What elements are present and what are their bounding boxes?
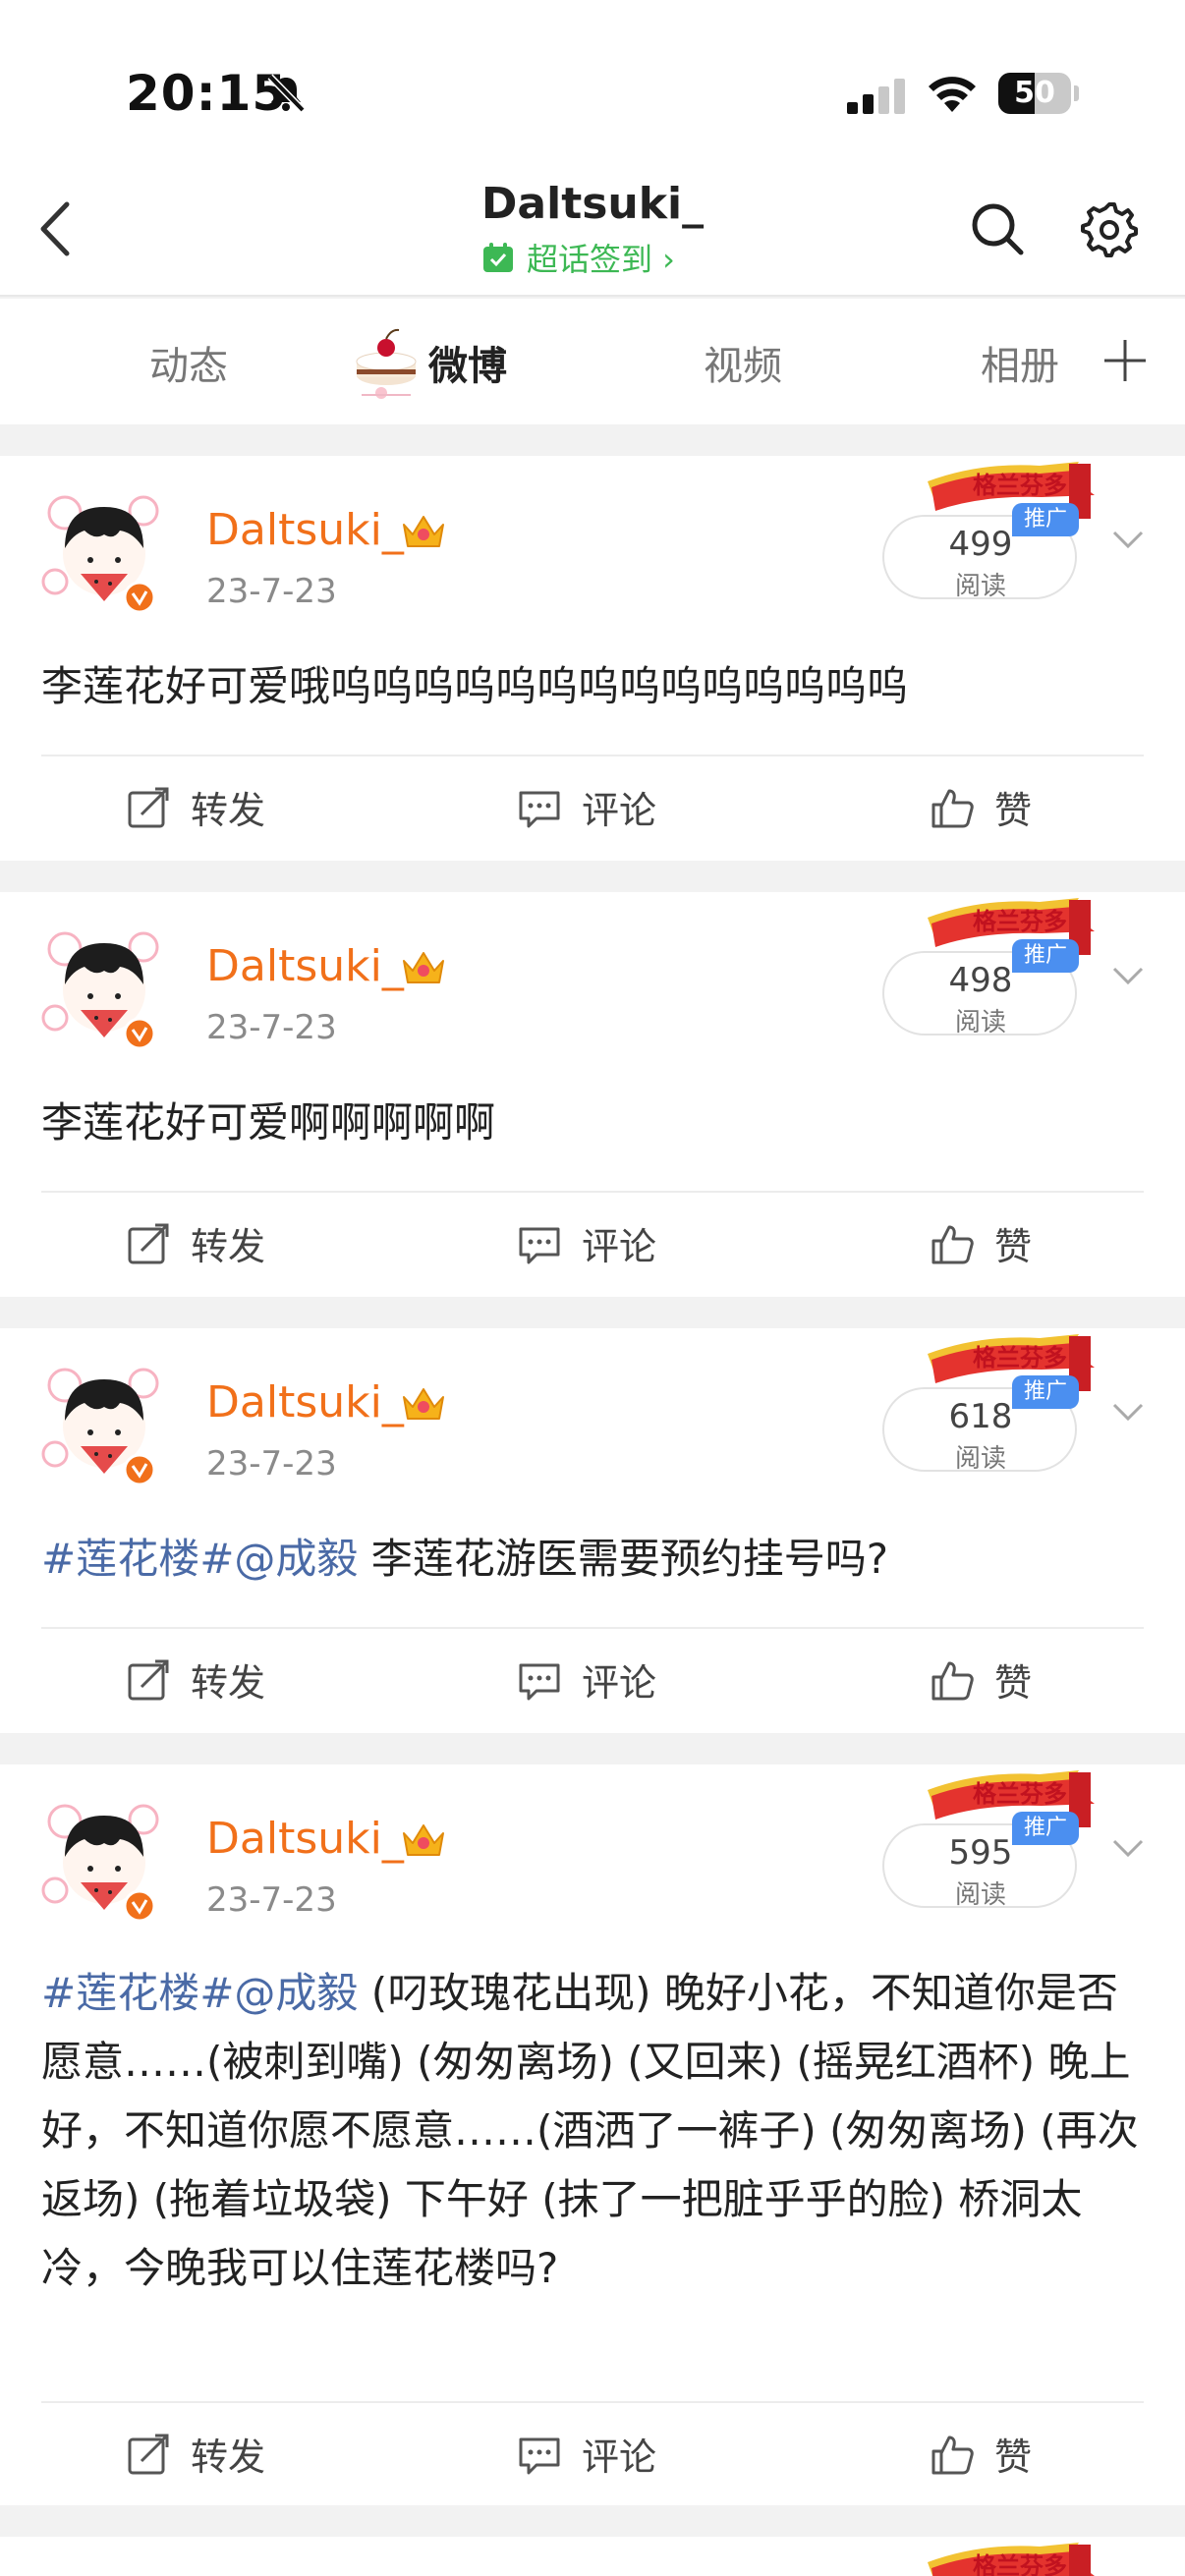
repost-icon (128, 2434, 169, 2474)
battery-indicator: 50 (998, 73, 1079, 114)
repost-button[interactable]: 转发 (126, 1652, 265, 1707)
thumbs-up-icon (931, 1661, 974, 1700)
search-icon[interactable] (969, 200, 1026, 257)
author-name[interactable]: Daltsuki_ (206, 1377, 404, 1428)
post-date: 23-7-23 (206, 1880, 337, 1920)
tab-feed[interactable]: 动态 (149, 334, 228, 391)
supertopic-checkin-label: 超话签到 › (527, 241, 675, 278)
plus-icon[interactable] (1100, 336, 1150, 385)
crown-icon (403, 1388, 444, 1420)
topic-link[interactable]: #莲花楼#@成毅 (41, 1535, 358, 1583)
post-card[interactable]: 格兰芬多 (0, 2537, 1185, 2576)
comment-button[interactable]: 评论 (517, 2427, 656, 2481)
repost-button[interactable]: 转发 (126, 2427, 265, 2481)
crown-icon (403, 1824, 444, 1856)
promoted-badge: 推广 (1012, 503, 1079, 536)
post-card[interactable]: Daltsuki_ 23-7-23 498 阅读 格兰芬多 推广 李莲花好可爱啊… (0, 892, 1185, 1297)
promo-banner-text: 格兰芬多 (973, 907, 1067, 935)
repost-button[interactable]: 转发 (126, 1216, 265, 1270)
author-name[interactable]: Daltsuki_ (206, 1814, 404, 1864)
comment-button[interactable]: 评论 (517, 1216, 656, 1270)
chevron-down-icon[interactable] (1108, 961, 1148, 990)
like-button[interactable]: 赞 (930, 1216, 1032, 1270)
read-label: 阅读 (954, 1008, 1006, 1037)
crown-icon (403, 516, 444, 547)
bell-muted-icon (267, 74, 306, 113)
tab-videos[interactable]: 视频 (704, 334, 782, 391)
chevron-down-icon[interactable] (1108, 525, 1148, 554)
supertopic-checkin-link[interactable]: 超话签到 › (481, 238, 675, 278)
cake-icon (356, 328, 417, 399)
post-date: 23-7-23 (206, 1444, 337, 1484)
comment-icon (519, 1663, 560, 1700)
author-name[interactable]: Daltsuki_ (206, 505, 404, 555)
wifi-icon (929, 77, 976, 112)
checkin-calendar-icon (483, 243, 513, 272)
post-card[interactable]: Daltsuki_ 23-7-23 499 阅读 格兰芬多 推广 李莲花好可爱哦… (0, 456, 1185, 861)
status-time: 20:15 (126, 65, 288, 122)
like-button[interactable]: 赞 (930, 780, 1032, 834)
tab-weibo[interactable]: 微博 (428, 334, 507, 391)
post-card[interactable]: Daltsuki_ 23-7-23 595 阅读 格兰芬多 推广 #莲花楼#@成… (0, 1764, 1185, 2505)
read-label: 阅读 (954, 1444, 1006, 1474)
comment-icon (519, 791, 560, 827)
repost-icon (128, 1223, 169, 1263)
chevron-down-icon[interactable] (1108, 1833, 1148, 1863)
promo-banner-text: 格兰芬多 (973, 471, 1067, 499)
comment-icon (519, 1227, 560, 1263)
comment-button[interactable]: 评论 (517, 780, 656, 834)
chevron-down-icon[interactable] (1108, 1397, 1148, 1427)
avatar[interactable] (35, 1356, 173, 1493)
promo-banner-text: 格兰芬多 (973, 1343, 1067, 1372)
post-text: #莲花楼#@成毅 李莲花游医需要预约挂号吗? (41, 1535, 889, 1583)
author-name[interactable]: Daltsuki_ (206, 941, 404, 991)
profile-tabs: 动态 微博 视频 相册 (0, 299, 1185, 424)
status-bar: 20:15 50 (0, 0, 1185, 177)
avatar[interactable] (35, 1792, 173, 1930)
thumbs-up-icon (931, 1225, 974, 1263)
tab-albums[interactable]: 相册 (981, 334, 1059, 391)
profile-header: Daltsuki_ 超话签到 › (0, 177, 1185, 297)
avatar[interactable] (35, 483, 173, 621)
read-label: 阅读 (954, 1880, 1006, 1910)
promoted-badge: 推广 (1012, 1812, 1079, 1845)
post-date: 23-7-23 (206, 1008, 337, 1047)
repost-icon (128, 787, 169, 827)
topic-link[interactable]: #莲花楼#@成毅 (41, 1969, 358, 2017)
post-text: 李莲花好可爱啊啊啊啊啊 (41, 1098, 496, 1147)
promoted-badge: 推广 (1012, 939, 1079, 973)
post-card[interactable]: Daltsuki_ 23-7-23 618 阅读 格兰芬多 推广 #莲花楼#@成… (0, 1328, 1185, 1733)
like-button[interactable]: 赞 (930, 2427, 1032, 2481)
promo-banner-text: 格兰芬多 (973, 1779, 1067, 1808)
like-button[interactable]: 赞 (930, 1652, 1032, 1707)
comment-button[interactable]: 评论 (517, 1652, 656, 1707)
repost-button[interactable]: 转发 (126, 780, 265, 834)
post-date: 23-7-23 (206, 572, 337, 611)
promoted-badge: 推广 (1012, 1375, 1079, 1409)
thumbs-up-icon (931, 2436, 974, 2474)
post-text: 李莲花好可爱哦呜呜呜呜呜呜呜呜呜呜呜呜呜呜 (41, 662, 909, 710)
read-label: 阅读 (954, 572, 1006, 601)
promo-banner-text: 格兰芬多 (973, 2551, 1067, 2576)
battery-level: 50 (1014, 76, 1055, 110)
post-text: #莲花楼#@成毅 (叼玫瑰花出现) 晚好小花，不知道你是否愿意……(被刺到嘴) … (41, 1969, 1139, 2292)
gear-icon[interactable] (1081, 200, 1138, 257)
thumbs-up-icon (931, 789, 974, 827)
repost-icon (128, 1659, 169, 1700)
avatar[interactable] (35, 920, 173, 1057)
comment-icon (519, 2437, 560, 2474)
crown-icon (403, 952, 444, 983)
signal-icon (847, 79, 905, 114)
